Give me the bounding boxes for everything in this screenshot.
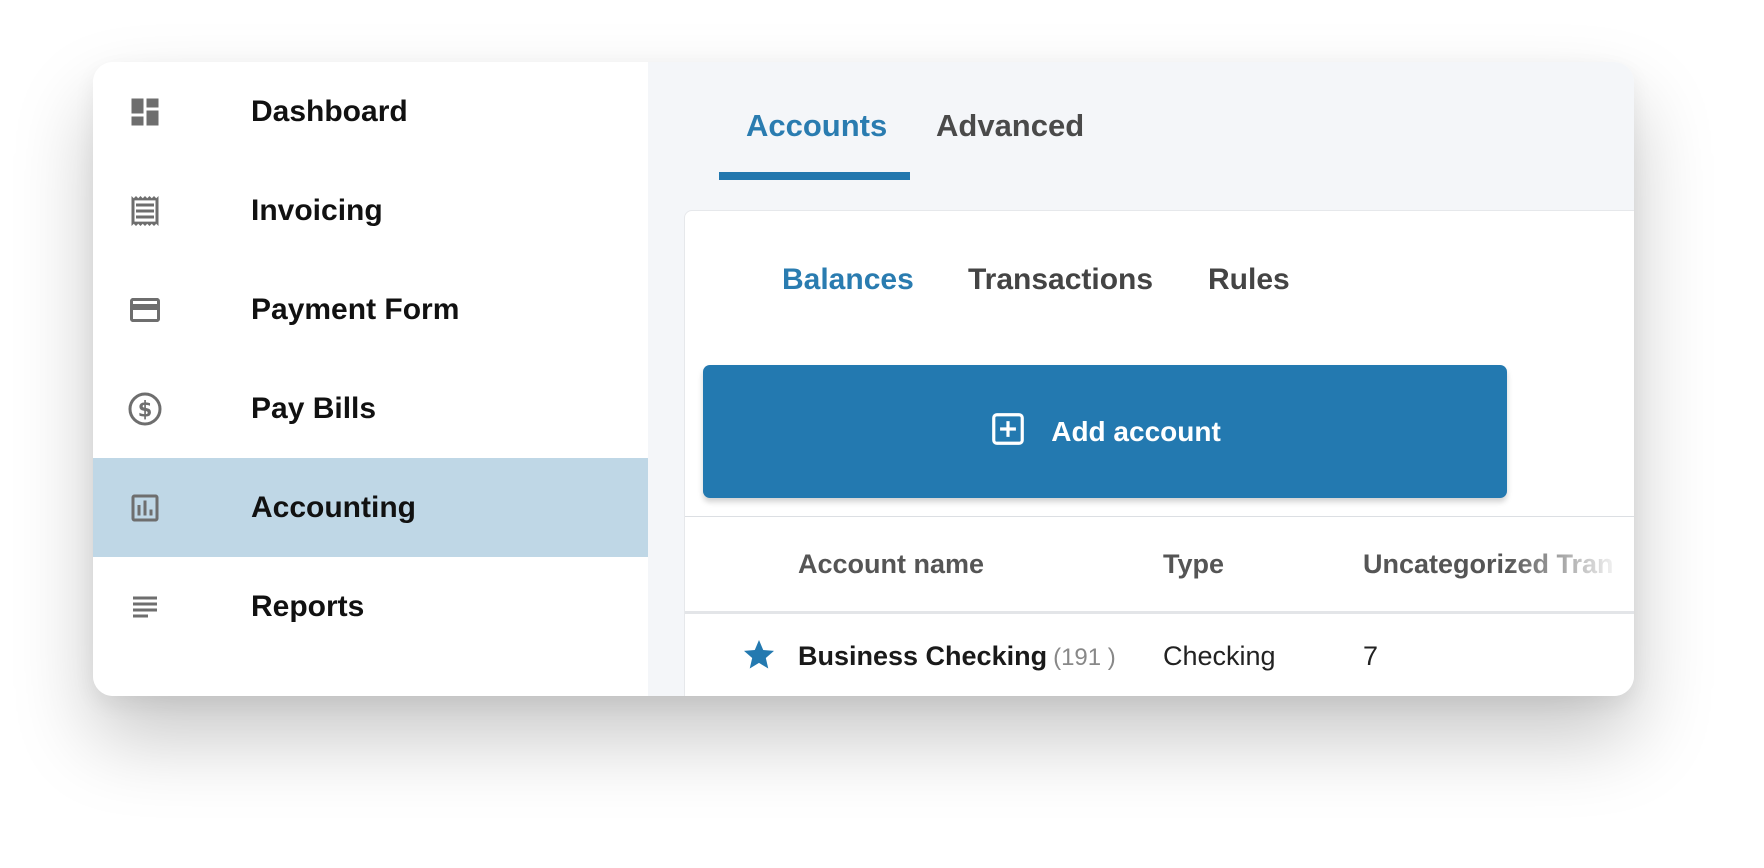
column-header-uncategorized[interactable]: Uncategorized Tran xyxy=(1363,549,1623,580)
star-icon[interactable] xyxy=(741,637,777,673)
sidebar-item-label: Accounting xyxy=(251,491,416,524)
svg-text:$: $ xyxy=(138,398,153,422)
dashboard-icon xyxy=(127,94,163,130)
subtab-rules[interactable]: Rules xyxy=(1208,263,1290,297)
sidebar-item-payment-form[interactable]: Payment Form xyxy=(93,260,648,359)
tab-accounts[interactable]: Accounts xyxy=(746,62,887,178)
add-account-label: Add account xyxy=(1051,415,1221,447)
sidebar: Dashboard Invoicing Payment Form $ Pay B… xyxy=(93,62,648,696)
sidebar-item-label: Invoicing xyxy=(251,194,383,227)
sidebar-item-dashboard[interactable]: Dashboard xyxy=(93,62,648,161)
subtab-transactions[interactable]: Transactions xyxy=(968,263,1153,297)
sidebar-item-label: Payment Form xyxy=(251,293,460,326)
transaction-count: (191 ) xyxy=(1053,644,1116,671)
lines-icon xyxy=(127,589,163,625)
sidebar-item-pay-bills[interactable]: $ Pay Bills xyxy=(93,359,648,458)
tab-advanced[interactable]: Advanced xyxy=(936,62,1084,178)
bar-chart-icon xyxy=(127,490,163,526)
sidebar-item-label: Reports xyxy=(251,590,365,623)
table-top-divider xyxy=(685,516,1634,517)
table-header-divider xyxy=(685,611,1634,614)
table-row-account-name[interactable]: Business Checking (191 ) xyxy=(798,641,1116,672)
receipt-icon xyxy=(127,193,163,229)
dollar-circle-icon: $ xyxy=(127,391,163,427)
active-tab-indicator xyxy=(719,172,910,180)
credit-card-icon xyxy=(127,292,163,328)
table-row-uncategorized: 7 xyxy=(1363,641,1379,671)
column-header-type[interactable]: Type xyxy=(1163,549,1224,580)
column-header-account-name[interactable]: Account name xyxy=(798,549,984,580)
sidebar-item-label: Pay Bills xyxy=(251,392,377,425)
app-window: Dashboard Invoicing Payment Form $ Pay B… xyxy=(93,62,1634,696)
add-box-icon xyxy=(989,410,1027,453)
sidebar-item-reports[interactable]: Reports xyxy=(93,557,648,656)
add-account-button[interactable]: Add account xyxy=(703,365,1507,498)
main-content: Accounts Advanced Balances Transactions … xyxy=(648,62,1634,696)
sidebar-item-accounting[interactable]: Accounting xyxy=(93,458,648,557)
sidebar-item-label: Dashboard xyxy=(251,95,408,128)
accounts-panel: Balances Transactions Rules Add account … xyxy=(684,210,1634,696)
account-name: Business Checking xyxy=(798,641,1048,671)
sidebar-item-invoicing[interactable]: Invoicing xyxy=(93,161,648,260)
subtab-balances[interactable]: Balances xyxy=(782,263,914,297)
table-row-type: Checking xyxy=(1163,641,1276,671)
